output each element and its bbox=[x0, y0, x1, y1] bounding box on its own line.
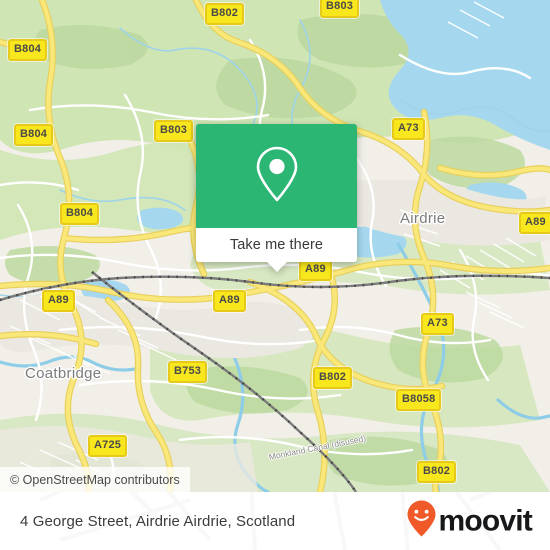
road-shield-b803-2[interactable]: B803 bbox=[154, 120, 194, 142]
road-shield-b804-3[interactable]: B804 bbox=[60, 203, 100, 225]
destination-popup-card[interactable]: Take me there bbox=[196, 124, 357, 272]
address-text: 4 George Street, Airdrie Airdrie, Scotla… bbox=[20, 512, 296, 530]
osm-attribution-text: © OpenStreetMap contributors bbox=[10, 472, 180, 487]
road-shield-a89-1[interactable]: A89 bbox=[519, 212, 550, 234]
road-shield-a725[interactable]: A725 bbox=[88, 435, 128, 457]
road-shield-a89-2[interactable]: A89 bbox=[299, 259, 332, 281]
road-shield-b802-3[interactable]: B802 bbox=[417, 461, 457, 483]
osm-attribution[interactable]: © OpenStreetMap contributors bbox=[0, 467, 190, 492]
road-shield-a89-3[interactable]: A89 bbox=[213, 290, 246, 312]
map-pin-icon bbox=[254, 145, 300, 208]
map-canvas[interactable]: Airdrie Coatbridge Monkland Canal (disus… bbox=[0, 0, 550, 492]
road-shield-b804-2[interactable]: B804 bbox=[14, 124, 54, 146]
take-me-there-label: Take me there bbox=[229, 237, 324, 253]
popup-header bbox=[196, 124, 357, 228]
road-shield-b753[interactable]: B753 bbox=[168, 361, 208, 383]
footer-bar: 4 George Street, Airdrie Airdrie, Scotla… bbox=[0, 492, 550, 550]
popup-tail-pointer bbox=[266, 262, 287, 272]
moovit-logo[interactable]: moovit bbox=[406, 500, 533, 543]
road-shield-b804-1[interactable]: B804 bbox=[8, 39, 48, 61]
road-shield-b802-1[interactable]: B802 bbox=[205, 3, 245, 25]
moovit-wordmark: moovit bbox=[438, 504, 532, 537]
popup-footer[interactable]: Take me there bbox=[196, 228, 357, 272]
road-shield-a73-1[interactable]: A73 bbox=[392, 118, 425, 140]
road-shield-b8058[interactable]: B8058 bbox=[396, 389, 442, 411]
moovit-map-screenshot: Airdrie Coatbridge Monkland Canal (disus… bbox=[0, 0, 550, 550]
road-shield-b803-1[interactable]: B803 bbox=[320, 0, 360, 18]
road-shield-b802-2[interactable]: B802 bbox=[313, 367, 353, 389]
road-shield-a73-2[interactable]: A73 bbox=[421, 313, 454, 335]
road-shield-a89-4[interactable]: A89 bbox=[42, 290, 75, 312]
moovit-smiley-pin-icon bbox=[406, 500, 437, 543]
